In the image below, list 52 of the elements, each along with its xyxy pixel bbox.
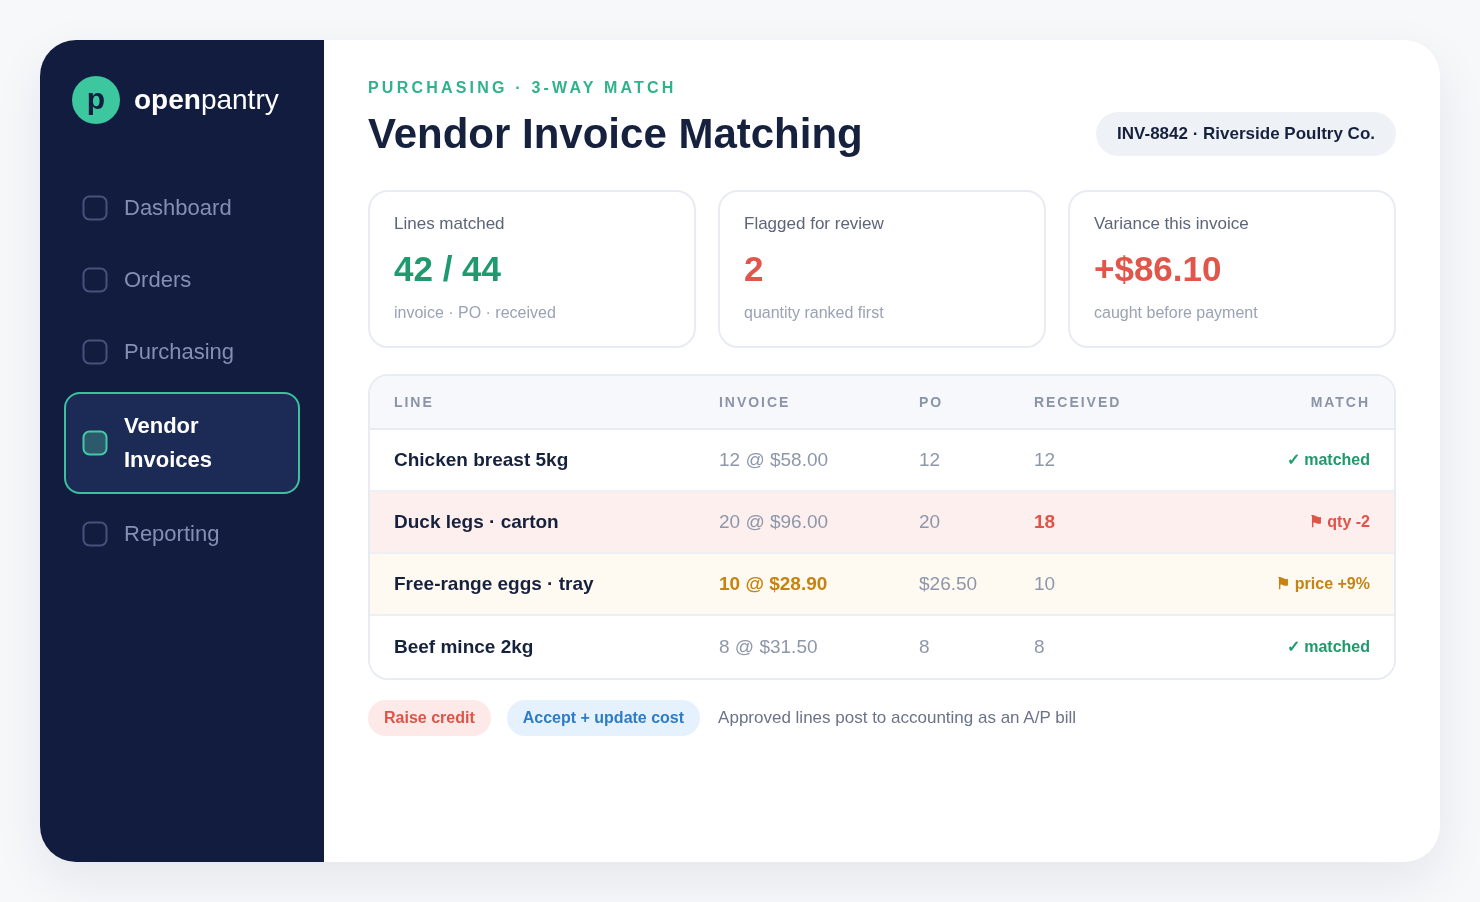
match-status: ✓ matched (1286, 637, 1370, 657)
table-cell-text: 8 (1034, 634, 1045, 659)
stat-label: Flagged for review (744, 213, 885, 235)
table-cell-text: Duck legs · carton (394, 509, 559, 534)
invoice-badge: INV-8842 · Riverside Poultry Co. (1096, 112, 1396, 156)
nav-item[interactable]: Dashboard (64, 172, 300, 244)
action-button[interactable]: Raise credit (368, 700, 491, 736)
stat-label: Lines matched (394, 213, 506, 235)
column-header: MATCH (1310, 392, 1370, 412)
table-cell-text: 20 @ $96.00 (719, 509, 829, 534)
square-icon (82, 339, 108, 365)
stat-caption: invoice · PO · received (394, 303, 557, 323)
table-cell-text: $26.50 (919, 571, 978, 596)
stat-caption: caught before payment (1094, 303, 1259, 323)
action-button[interactable]: Accept + update cost (506, 700, 701, 736)
table-cell-text: Chicken breast 5kg (394, 447, 569, 472)
square-icon (82, 267, 108, 293)
nav-item[interactable]: Orders (64, 244, 300, 316)
table-cell-text: Beef mince 2kg (394, 634, 534, 659)
nav-item[interactable]: Reporting (64, 498, 300, 570)
page-title: Vendor Invoice Matching (368, 109, 863, 159)
square-icon (82, 195, 108, 221)
table-cell-text: Free-range eggs · tray (394, 571, 594, 596)
table-cell-text: 20 (919, 509, 941, 534)
stat-value: +$86.10 (1094, 248, 1223, 290)
stat-value: 2 (744, 248, 765, 290)
match-status: ⚑ price +9% (1276, 574, 1370, 594)
table-cell-text: 12 (919, 447, 941, 472)
match-status: ✓ matched (1286, 450, 1370, 470)
column-header: PO (919, 392, 944, 412)
eyebrow-label: PURCHASING · 3-WAY MATCH (368, 78, 678, 98)
match-status: ⚑ qty -2 (1308, 512, 1370, 532)
stat-value: 42 / 44 (394, 248, 503, 290)
square-icon (82, 521, 108, 547)
table-cell-text: 8 @ $31.50 (719, 634, 818, 659)
nav-item[interactable]: Purchasing (64, 316, 300, 388)
column-header: LINE (394, 392, 434, 412)
column-header: INVOICE (719, 392, 791, 412)
footer-note: Approved lines post to accounting as an A/P bill (718, 707, 1076, 730)
square-icon (82, 430, 108, 456)
table-cell-text: 12 @ $58.00 (719, 447, 829, 472)
nav-item[interactable]: Vendor Invoices (64, 392, 300, 494)
column-header: RECEIVED (1034, 392, 1122, 412)
table-cell-text: 12 (1034, 447, 1056, 472)
stat-caption: quantity ranked first (744, 303, 885, 323)
table-cell-text: 10 @ $28.90 (719, 571, 828, 596)
logo-mark: p (72, 76, 120, 124)
table-cell-text: 10 (1034, 571, 1056, 596)
table-cell-text: 18 (1034, 509, 1056, 534)
table-cell-text: 8 (919, 634, 930, 659)
stat-label: Variance this invoice (1094, 213, 1250, 235)
brand-name: openpantry (134, 86, 279, 114)
